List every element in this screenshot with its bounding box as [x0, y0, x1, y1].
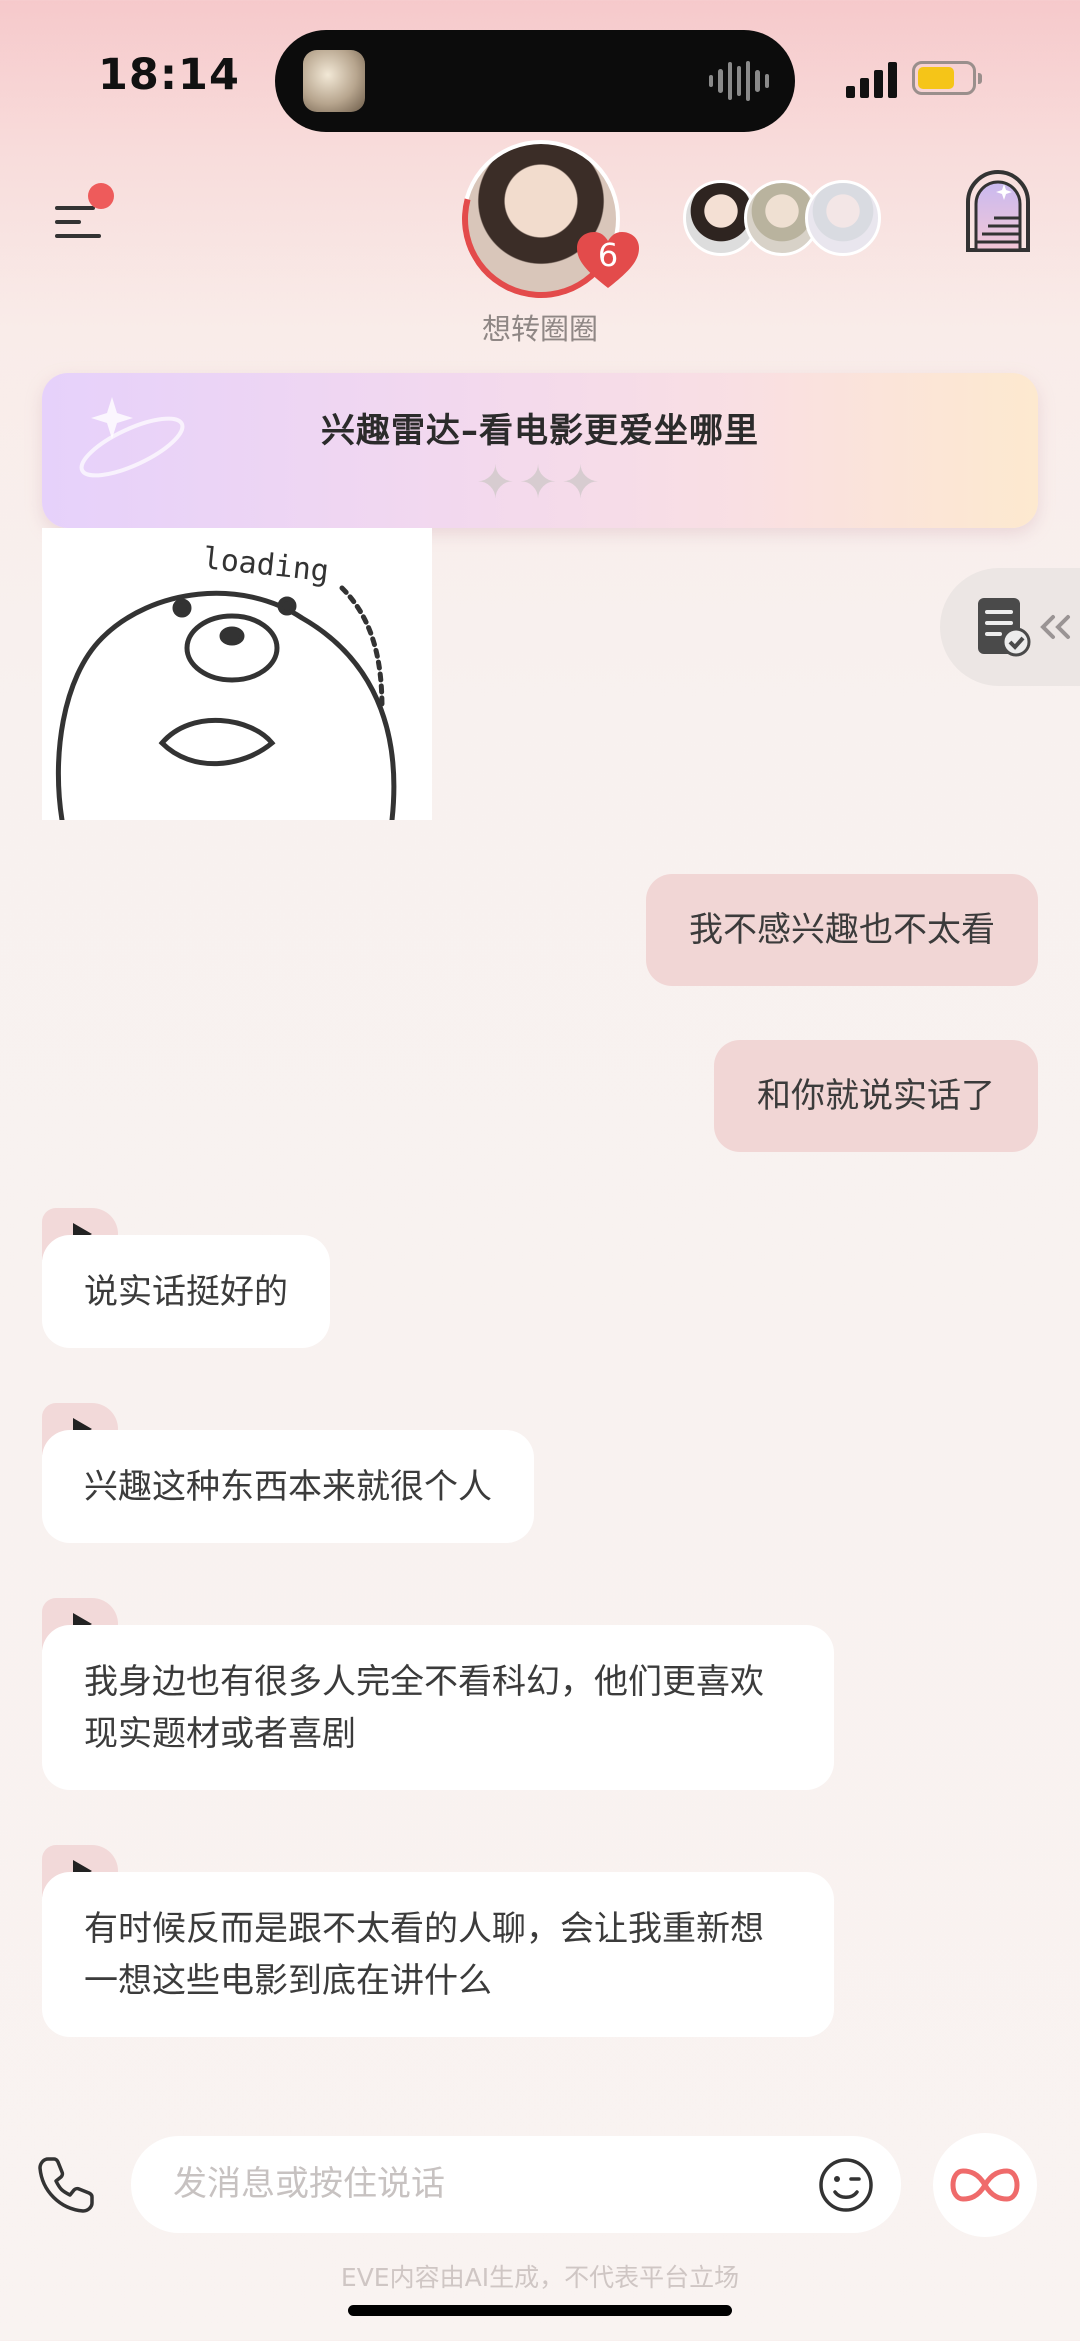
- message-input[interactable]: 发消息或按住说话: [131, 2136, 901, 2233]
- topic-banner[interactable]: 兴趣雷达–看电影更爱坐哪里 ✦✦✦: [42, 373, 1038, 528]
- phone-call-icon[interactable]: [34, 2153, 98, 2217]
- topic-title: 兴趣雷达–看电影更爱坐哪里: [321, 411, 759, 451]
- ai-message-bubble[interactable]: 说实话挺好的: [42, 1235, 330, 1348]
- affinity-ring: [433, 111, 649, 327]
- infinity-icon: [950, 2168, 1020, 2202]
- cellular-signal-icon: [846, 60, 898, 98]
- message-input-placeholder: 发消息或按住说话: [173, 2164, 445, 2204]
- home-indicator[interactable]: [348, 2305, 732, 2316]
- now-playing-thumbnail: [303, 50, 365, 112]
- ai-message-bubble[interactable]: 有时候反而是跟不太看的人聊，会让我重新想一想这些电影到底在讲什么: [42, 1872, 834, 2037]
- user-message-bubble[interactable]: 和你就说实话了: [714, 1040, 1038, 1152]
- character-name: 想转圈圈: [481, 312, 598, 346]
- chevron-double-left-icon: [1040, 615, 1070, 639]
- infinity-action-button[interactable]: [933, 2133, 1037, 2237]
- task-sidebar-tab[interactable]: [940, 568, 1080, 686]
- ai-message-bubble[interactable]: 兴趣这种东西本来就很个人: [42, 1430, 534, 1543]
- user-message-bubble[interactable]: 我不感兴趣也不太看: [646, 874, 1038, 986]
- topic-progress-stars-icon: ✦✦✦: [476, 455, 604, 509]
- sticker-image[interactable]: loading: [42, 528, 432, 820]
- sticker-caption: loading: [201, 541, 330, 589]
- avatar-friend-3[interactable]: [805, 180, 881, 256]
- emoji-icon[interactable]: [818, 2157, 874, 2213]
- notification-dot: [88, 183, 114, 209]
- dynamic-island: [275, 30, 795, 132]
- castle-door-icon[interactable]: [960, 168, 1036, 252]
- ai-disclaimer: EVE内容由AI生成，不代表平台立场: [340, 2263, 740, 2292]
- battery-icon: [912, 61, 982, 95]
- task-checklist-icon: [978, 598, 1031, 657]
- affinity-heart-badge: 6: [575, 230, 641, 290]
- status-time: 18:14: [98, 50, 240, 100]
- audio-waveform-icon: [709, 60, 769, 102]
- ai-message-bubble[interactable]: 我身边也有很多人完全不看科幻，他们更喜欢现实题材或者喜剧: [42, 1625, 834, 1790]
- affinity-level: 6: [597, 236, 619, 274]
